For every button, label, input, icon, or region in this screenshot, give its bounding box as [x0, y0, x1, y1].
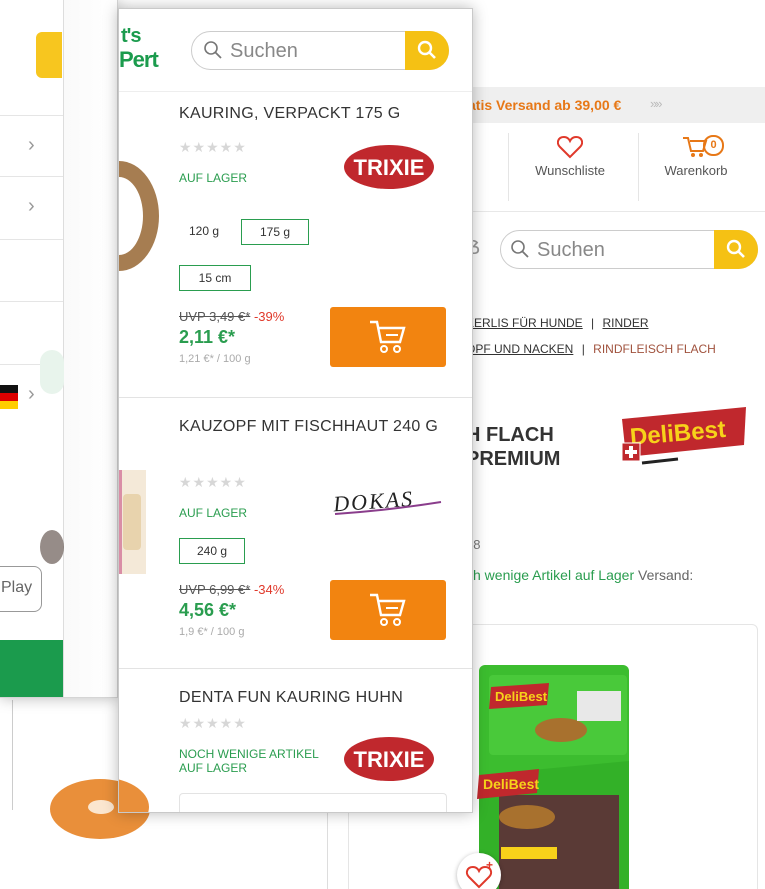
stock-status-line: NOCH WENIGE ARTIKEL [179, 747, 319, 761]
unit-price: 1,21 €* / 100 g [179, 353, 251, 365]
cart-label: Warenkorb [664, 163, 728, 178]
svg-text:DeliBest: DeliBest [495, 689, 548, 704]
price: 4,56 €* [179, 600, 237, 620]
stock-status: NOCH WENIGE ARTIKEL AUF LAGER [179, 747, 319, 775]
window-border [0, 0, 118, 698]
stock-status: ch wenige Artikel auf Lager Versand: [466, 567, 693, 583]
mobile-header: t's Pert Suchen [119, 9, 472, 92]
list-item[interactable]: KAURING, VERPACKT 175 G ★★★★★ AUF LAGER … [119, 91, 472, 398]
cart-count-badge: 0 [703, 135, 724, 156]
promo-arrows-icon: »» [650, 96, 663, 111]
breadcrumb-link[interactable]: KERLIS FÜR HUNDE [466, 316, 583, 330]
free-shipping-text: atis Versand ab 39,00 € [468, 97, 622, 113]
logo[interactable]: Pert [119, 47, 159, 73]
heart-icon [557, 135, 583, 159]
trixie-brand-logo: TRIXIE [344, 737, 434, 781]
list-item[interactable]: DENTA FUN KAURING HUHN ★★★★★ NOCH WENIGE… [119, 669, 472, 812]
product-name[interactable]: KAURING, VERPACKT 175 G [179, 103, 449, 124]
product-thumbnail-detail [123, 494, 141, 550]
stock-status: AUF LAGER [179, 171, 248, 185]
logo[interactable]: t's [121, 25, 142, 48]
variant-option[interactable]: 120 g [179, 219, 229, 243]
delibest-brand-logo[interactable]: DeliBest [618, 405, 750, 475]
search-results-window: t's Pert Suchen KAURING, VERPACKT 175 G … [118, 8, 473, 813]
dokas-brand-logo: DOKAS [331, 486, 442, 517]
product-thumbnail[interactable] [119, 161, 159, 271]
variant-option-selected[interactable]: 240 g [179, 538, 245, 564]
divider [638, 133, 639, 201]
uvp-price-value: UVP 3,49 €* [179, 309, 251, 324]
variant-option-selected[interactable]: 15 cm [179, 265, 251, 291]
product-title: H FLACH PREMIUM [466, 423, 560, 471]
breadcrumb-link[interactable]: OPF UND NACKEN [466, 342, 573, 356]
search-bar[interactable]: Suchen [191, 31, 449, 70]
uvp-price-value: UVP 6,99 €* [179, 582, 251, 597]
rating-stars: ★★★★★ [179, 474, 247, 490]
wishlist-button[interactable]: Wunschliste [515, 133, 625, 178]
uvp-price: UVP 6,99 €* -34% [179, 582, 284, 597]
add-to-wishlist-button[interactable]: + [457, 853, 501, 889]
breadcrumb-separator: | [591, 316, 595, 330]
menu-window: › › › Play [0, 0, 118, 698]
search-bar[interactable]: Suchen [500, 230, 758, 269]
search-icon [726, 239, 745, 258]
stock-status-line: AUF LAGER [179, 761, 248, 775]
cart-icon [370, 320, 406, 353]
breadcrumb-current: RINDFLEISCH FLACH [593, 342, 716, 356]
product-title-line: H FLACH [466, 424, 554, 446]
search-icon [417, 40, 436, 59]
variant-option-selected[interactable]: 175 g [241, 219, 309, 245]
add-to-cart-button[interactable] [330, 580, 446, 640]
brand-logo-text: TRIXIE [354, 155, 425, 180]
product-name[interactable]: KAUZOPF MIT FISCHHAUT 240 G [179, 416, 449, 437]
product-title-line: PREMIUM [466, 448, 561, 470]
product-thumbnail[interactable] [119, 777, 149, 812]
brand-logo-text: DOKAS [331, 486, 414, 517]
unit-price: 1,9 €* / 100 g [179, 626, 245, 638]
search-button[interactable] [714, 230, 758, 269]
heart-plus-icon: + [465, 858, 493, 889]
stock-status-text: ch wenige Artikel auf Lager [466, 567, 635, 583]
variant-selector-partial[interactable] [179, 793, 447, 812]
price: 2,11 €* [179, 327, 236, 347]
breadcrumb: KERLIS FÜR HUNDE | RINDER [466, 316, 649, 330]
cart-icon [370, 593, 406, 626]
wishlist-label: Wunschliste [535, 163, 605, 178]
breadcrumb: OPF UND NACKEN | RINDFLEISCH FLACH [466, 342, 716, 356]
breadcrumb-separator: | [581, 342, 585, 356]
discount-badge: -34% [253, 582, 285, 597]
search-icon [511, 240, 529, 258]
list-item[interactable]: KAUZOPF MIT FISCHHAUT 240 G ★★★★★ AUF LA… [119, 398, 472, 669]
add-to-cart-button[interactable] [330, 307, 446, 367]
brand-logo-text: TRIXIE [354, 747, 425, 772]
rating-stars: ★★★★★ [179, 139, 247, 155]
cart-button[interactable]: 0 Warenkorb [641, 133, 751, 178]
divider [508, 133, 509, 201]
search-input[interactable]: Suchen [537, 239, 605, 262]
search-button[interactable] [405, 31, 449, 70]
svg-text:DeliBest: DeliBest [483, 776, 539, 792]
trixie-brand-logo: TRIXIE [344, 145, 434, 189]
svg-text:+: + [486, 858, 493, 872]
donut-hole [88, 800, 114, 814]
shipping-label: Versand: [638, 567, 694, 583]
product-name[interactable]: DENTA FUN KAURING HUHN [179, 687, 449, 708]
rating-stars: ★★★★★ [179, 715, 247, 731]
breadcrumb-link[interactable]: RINDER [603, 316, 649, 330]
uvp-price: UVP 3,49 €* -39% [179, 309, 284, 324]
discount-badge: -39% [253, 309, 285, 324]
search-input[interactable]: Suchen [230, 40, 298, 63]
divider [12, 700, 13, 810]
stock-status: AUF LAGER [179, 506, 248, 520]
search-icon [204, 41, 222, 59]
